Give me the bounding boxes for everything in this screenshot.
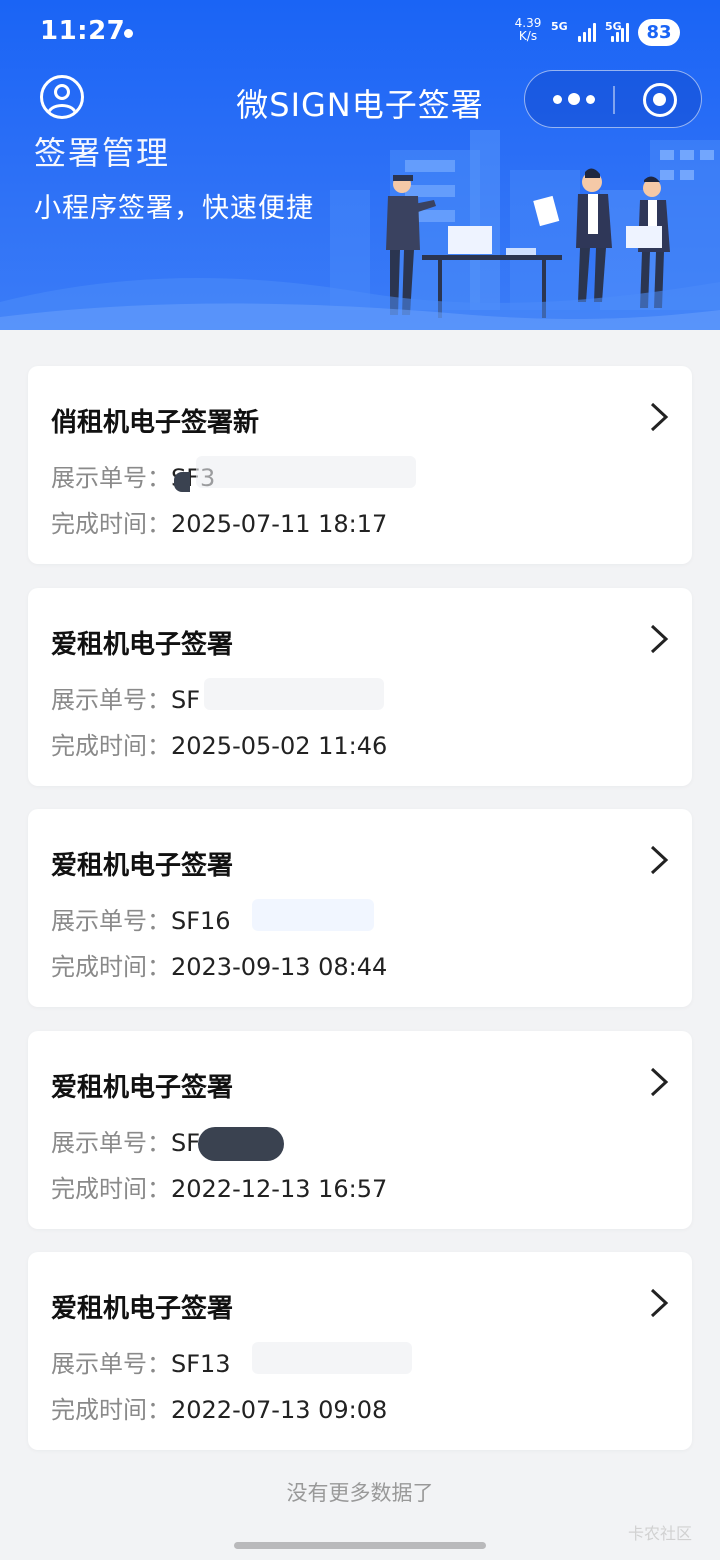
hero-subheading: 小程序签署，快速便捷 (34, 193, 314, 224)
record-card[interactable]: 爱租机电子签署 展示单号：SF13 完成时间：2022-07-13 09:08 (28, 1252, 692, 1450)
completion-time-row: 完成时间：2022-07-13 09:08 (51, 1390, 387, 1425)
record-title: 爱租机电子签署 (51, 1072, 234, 1103)
record-card[interactable]: 爱租机电子签署 展示单号：SF16 完成时间：2023-09-13 08:44 (28, 809, 692, 1007)
status-bar: 11:27 4.39 K/s 5G 5G 83 (0, 0, 720, 64)
order-number-row: 展示单号：SF13 (51, 1344, 231, 1379)
redaction-mark (204, 677, 384, 710)
order-number-label: 展示单号： (51, 464, 171, 492)
network-speed-unit: K/s (518, 29, 538, 43)
redaction-mark (252, 1342, 412, 1374)
hero-banner: 11:27 4.39 K/s 5G 5G 83 微SIGN电子签署 签署管理 小… (0, 0, 720, 330)
more-dots-icon[interactable] (549, 85, 613, 113)
completion-time-row: 完成时间：2025-05-02 11:46 (51, 726, 387, 761)
redaction-mark (198, 1126, 284, 1161)
chevron-right-icon (650, 1288, 669, 1318)
record-title: 爱租机电子签署 (51, 1294, 234, 1324)
completion-time-value: 2025-07-11 18:17 (171, 510, 388, 538)
network-speed: 4.39 K/s (511, 17, 545, 43)
completion-time-label: 完成时间： (51, 510, 171, 538)
hero-heading: 签署管理 (34, 134, 171, 172)
order-number-label: 展示单号： (51, 1128, 171, 1157)
capsule-divider (613, 86, 615, 114)
order-number-value: SF16 (171, 907, 231, 935)
chevron-right-icon (650, 624, 669, 653)
order-number-value: SF13 (171, 1350, 231, 1378)
redaction-mark (174, 472, 190, 492)
notification-dot-icon (124, 29, 133, 38)
miniprogram-capsule (524, 70, 702, 128)
nav-bar: 微SIGN电子签署 (0, 64, 720, 136)
record-card[interactable]: 俏租机电子签署新 展示单号：SF3 完成时间：2025-07-11 18:17 (28, 366, 692, 564)
order-number-label: 展示单号： (51, 1350, 171, 1378)
order-number-label: 展示单号： (51, 907, 171, 935)
completion-time-label: 完成时间： (51, 953, 171, 981)
redaction-mark (196, 456, 416, 488)
record-title: 爱租机电子签署 (51, 629, 234, 660)
record-title: 俏租机电子签署新 (51, 408, 260, 438)
battery-indicator: 83 (638, 19, 680, 46)
completion-time-row: 完成时间：2022-12-13 16:57 (51, 1169, 387, 1204)
home-indicator[interactable] (234, 1542, 486, 1549)
completion-time-row: 完成时间：2025-07-11 18:17 (51, 504, 387, 539)
completion-time-value: 2023-09-13 08:44 (171, 953, 388, 981)
chevron-right-icon (650, 845, 669, 875)
record-card[interactable]: 爱租机电子签署 展示单号：SF 完成时间：2025-05-02 11:46 (28, 587, 692, 786)
signal-bars-icon (578, 22, 600, 42)
status-time: 11:27 (40, 16, 126, 46)
watermark: 卡农社区 (627, 1524, 692, 1543)
completion-time-label: 完成时间： (51, 1396, 171, 1424)
no-more-data-text: 没有更多数据了 (286, 1481, 434, 1505)
order-number-value: SF (171, 685, 201, 714)
sim1-5g-label: 5G (551, 20, 568, 33)
target-circle-icon[interactable] (643, 83, 677, 117)
hero-wave (0, 278, 720, 330)
completion-time-value: 2022-07-13 09:08 (171, 1396, 388, 1424)
order-number-row: 展示单号：SF3 (51, 458, 215, 493)
completion-time-value: 2025-05-02 11:46 (171, 731, 388, 760)
user-icon[interactable] (40, 75, 84, 119)
order-number-row: 展示单号：SF16 (51, 901, 231, 936)
completion-time-label: 完成时间： (51, 731, 171, 760)
redaction-mark (252, 899, 374, 931)
completion-time-row: 完成时间：2023-09-13 08:44 (51, 947, 387, 982)
page-title: 微SIGN电子签署 (236, 86, 484, 124)
signal-bars-icon (611, 22, 633, 42)
record-card[interactable]: 爱租机电子签署 展示单号：SF13 完成时间：2022-12-13 16:57 (28, 1030, 692, 1229)
order-number-row: 展示单号：SF (51, 680, 200, 715)
chevron-right-icon (650, 402, 669, 432)
signing-record-list: 俏租机电子签署新 展示单号：SF3 完成时间：2025-07-11 18:17 … (28, 366, 692, 1474)
record-title: 爱租机电子签署 (51, 851, 234, 881)
order-number-label: 展示单号： (51, 685, 171, 714)
completion-time-label: 完成时间： (51, 1174, 171, 1203)
chevron-right-icon (650, 1067, 669, 1096)
completion-time-value: 2022-12-13 16:57 (171, 1174, 388, 1203)
